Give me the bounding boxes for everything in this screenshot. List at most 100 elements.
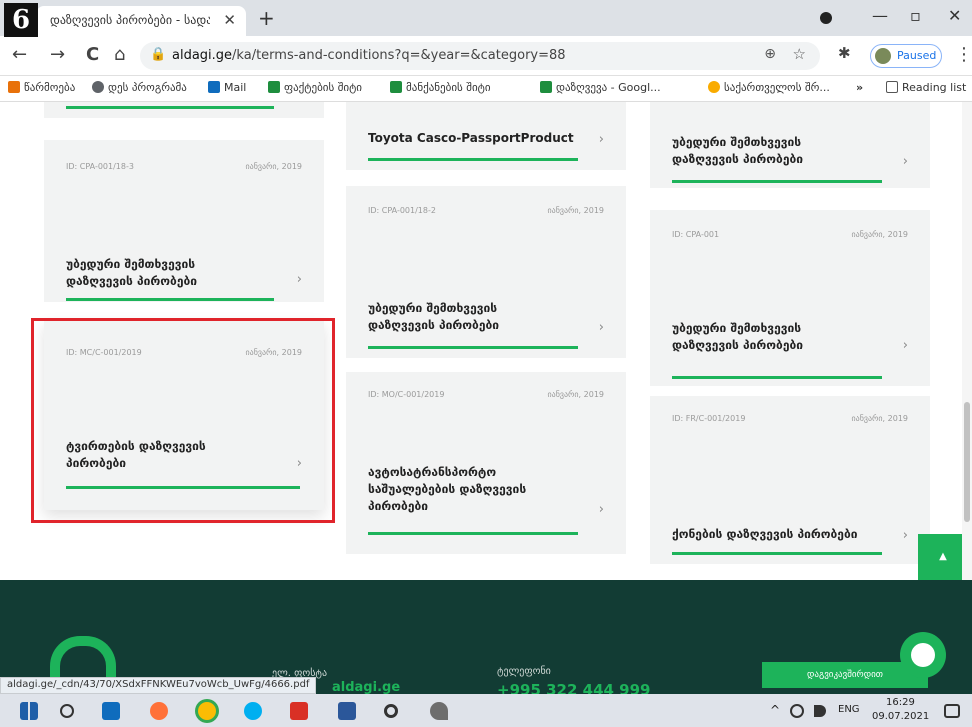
card-id: ID: MO/C-001/2019 xyxy=(368,390,445,399)
card-date: იანვარი, 2019 xyxy=(851,414,909,423)
card-title-line: უბედური შემთხვევის xyxy=(66,257,196,271)
chevron-right-icon: › xyxy=(296,272,302,287)
step-number-badge: 6 xyxy=(4,3,38,37)
reading-list-label: Reading list xyxy=(902,81,967,94)
card-title-line: საშუალებების დაზღვევის xyxy=(368,482,527,496)
minimize-button[interactable]: — xyxy=(872,6,888,25)
url-domain: aldagi.ge xyxy=(172,48,233,63)
language-indicator[interactable]: ENG xyxy=(838,704,860,715)
search-icon[interactable] xyxy=(60,704,74,718)
bookmark-icon xyxy=(8,81,20,93)
profile-paused-button[interactable]: Paused xyxy=(870,44,942,68)
card-title: უბედური შემთხვევის დაზღვევის პირობები xyxy=(368,300,499,334)
network-icon[interactable] xyxy=(790,704,804,718)
bookmark-item[interactable]: დაზღვევა - Googl... xyxy=(540,81,661,94)
paused-label: Paused xyxy=(897,49,937,62)
extensions-icon[interactable]: ✱ xyxy=(838,44,851,62)
windows-start-icon[interactable] xyxy=(20,702,38,720)
bookmark-label: დაზღვევა - Googl... xyxy=(556,81,661,94)
footer-email[interactable]: aldagi.ge xyxy=(332,680,400,695)
back-button[interactable]: ← xyxy=(12,44,27,65)
acrobat-icon[interactable] xyxy=(290,702,308,720)
sheets-icon xyxy=(390,81,402,93)
bookmark-item[interactable]: Mail xyxy=(208,81,246,94)
terms-card[interactable]: ID: CPA-001/18-3 იანვარი, 2019 უბედური შ… xyxy=(44,140,324,302)
volume-icon[interactable] xyxy=(814,705,826,717)
scrollbar-thumb[interactable] xyxy=(964,402,970,522)
lock-icon: 🔒 xyxy=(150,47,167,62)
bookmark-item[interactable]: წარმოება xyxy=(8,81,75,94)
url-text: aldagi.ge/ka/terms-and-conditions?q=&yea… xyxy=(172,48,566,63)
card-title-line: დაზღვევის პირობები xyxy=(368,318,499,332)
outlook-icon[interactable] xyxy=(102,702,120,720)
card-date: იანვარი, 2019 xyxy=(245,162,303,171)
firefox-icon[interactable] xyxy=(150,702,168,720)
card-id: ID: FR/C-001/2019 xyxy=(672,414,746,423)
browser-tab[interactable]: დაზღვევის პირობები - სადაზ ✕ xyxy=(36,6,246,36)
terms-card[interactable]: უბედური შემთხვევის დაზღვევის პირობები › xyxy=(650,102,930,188)
terms-card[interactable]: ID: MO/C-001/2019 იანვარი, 2019 ავტოსატრ… xyxy=(346,372,626,554)
card-underline xyxy=(368,158,578,161)
bookmark-label: მანქანების შიტი xyxy=(406,81,491,94)
messenger-chat-button[interactable] xyxy=(900,632,946,678)
terms-card[interactable]: ID: CPA-001/18-2 იანვარი, 2019 უბედური შ… xyxy=(346,186,626,358)
maximize-button[interactable]: ▫ xyxy=(910,6,921,25)
address-bar[interactable]: 🔒 aldagi.ge/ka/terms-and-conditions?q=&y… xyxy=(140,42,820,70)
bookmark-item[interactable]: მანქანების შიტი xyxy=(390,81,491,94)
card-title: უბედური შემთხვევის დაზღვევის პირობები xyxy=(672,320,803,354)
chevron-right-icon: › xyxy=(902,528,908,543)
chrome-icon[interactable] xyxy=(198,702,216,720)
bookmark-item[interactable]: საქართველოს შრ... xyxy=(708,81,830,94)
skype-icon[interactable] xyxy=(244,702,262,720)
browser-menu-icon[interactable]: ⋮ xyxy=(955,44,972,65)
tab-close-icon[interactable]: ✕ xyxy=(223,11,236,29)
bookmark-label: დეს პროგრამა xyxy=(108,81,187,94)
card-title-line: დაზღვევის პირობები xyxy=(66,274,197,288)
tray-chevron-icon[interactable]: ^ xyxy=(770,703,780,717)
reload-button[interactable]: C xyxy=(86,44,99,65)
card-title: ავტოსატრანსპორტო საშუალებების დაზღვევის პი… xyxy=(368,464,526,515)
new-tab-button[interactable]: + xyxy=(258,6,275,30)
card-underline xyxy=(66,106,274,109)
bookmark-icon xyxy=(708,81,720,93)
bookmark-item[interactable]: დეს პროგრამა xyxy=(92,81,187,94)
close-window-button[interactable]: ✕ xyxy=(948,6,961,25)
forward-button[interactable]: → xyxy=(50,44,65,65)
messenger-icon xyxy=(911,643,935,667)
card-underline xyxy=(66,298,274,301)
terms-card[interactable]: ID: CPA-001 იანვარი, 2019 უბედური შემთხვ… xyxy=(650,210,930,386)
reading-list-button[interactable]: Reading list xyxy=(886,81,966,94)
zoom-icon[interactable]: ⊕ xyxy=(764,46,776,62)
chevron-right-icon: › xyxy=(902,338,908,353)
home-button[interactable]: ⌂ xyxy=(114,44,125,65)
file-explorer-icon[interactable] xyxy=(338,702,356,720)
card-title: Toyota Casco-PassportProduct xyxy=(368,131,574,145)
terms-card[interactable]: Toyota Casco-PassportProduct › xyxy=(346,102,626,170)
card-underline xyxy=(368,532,578,535)
sheets-icon xyxy=(268,81,280,93)
paint-icon[interactable] xyxy=(430,702,448,720)
bookmarks-more-button[interactable]: » xyxy=(856,81,863,94)
bookmark-star-icon[interactable]: ☆ xyxy=(793,45,806,63)
card-underline xyxy=(672,376,882,379)
browser-toolbar: ← → C ⌂ 🔒 aldagi.ge/ka/terms-and-conditi… xyxy=(0,36,972,76)
bookmark-label: წარმოება xyxy=(24,81,76,94)
card-title-line: პირობები xyxy=(368,499,428,513)
clock-date[interactable]: 09.07.2021 xyxy=(872,711,929,722)
card-id: ID: CPA-001 xyxy=(672,230,720,239)
recording-dot-icon xyxy=(820,12,832,24)
card-title-line: უბედური შემთხვევის xyxy=(368,301,498,315)
profile-avatar xyxy=(875,48,891,64)
card-title-line: დაზღვევის პირობები xyxy=(672,152,803,166)
outlook-icon xyxy=(208,81,220,93)
terms-card[interactable]: ID: FR/C-001/2019 იანვარი, 2019 ქონების … xyxy=(650,396,930,564)
scroll-to-top-button[interactable]: ▲ xyxy=(918,534,968,580)
sheets-icon xyxy=(540,81,552,93)
clock-time[interactable]: 16:29 xyxy=(886,697,915,708)
notifications-icon[interactable] xyxy=(944,704,960,718)
card-partial[interactable] xyxy=(44,102,324,118)
bookmark-item[interactable]: ფაქტების შიტი xyxy=(268,81,362,94)
settings-icon[interactable] xyxy=(384,704,398,718)
bookmark-label: ფაქტების შიტი xyxy=(284,81,362,94)
card-underline xyxy=(672,552,882,555)
